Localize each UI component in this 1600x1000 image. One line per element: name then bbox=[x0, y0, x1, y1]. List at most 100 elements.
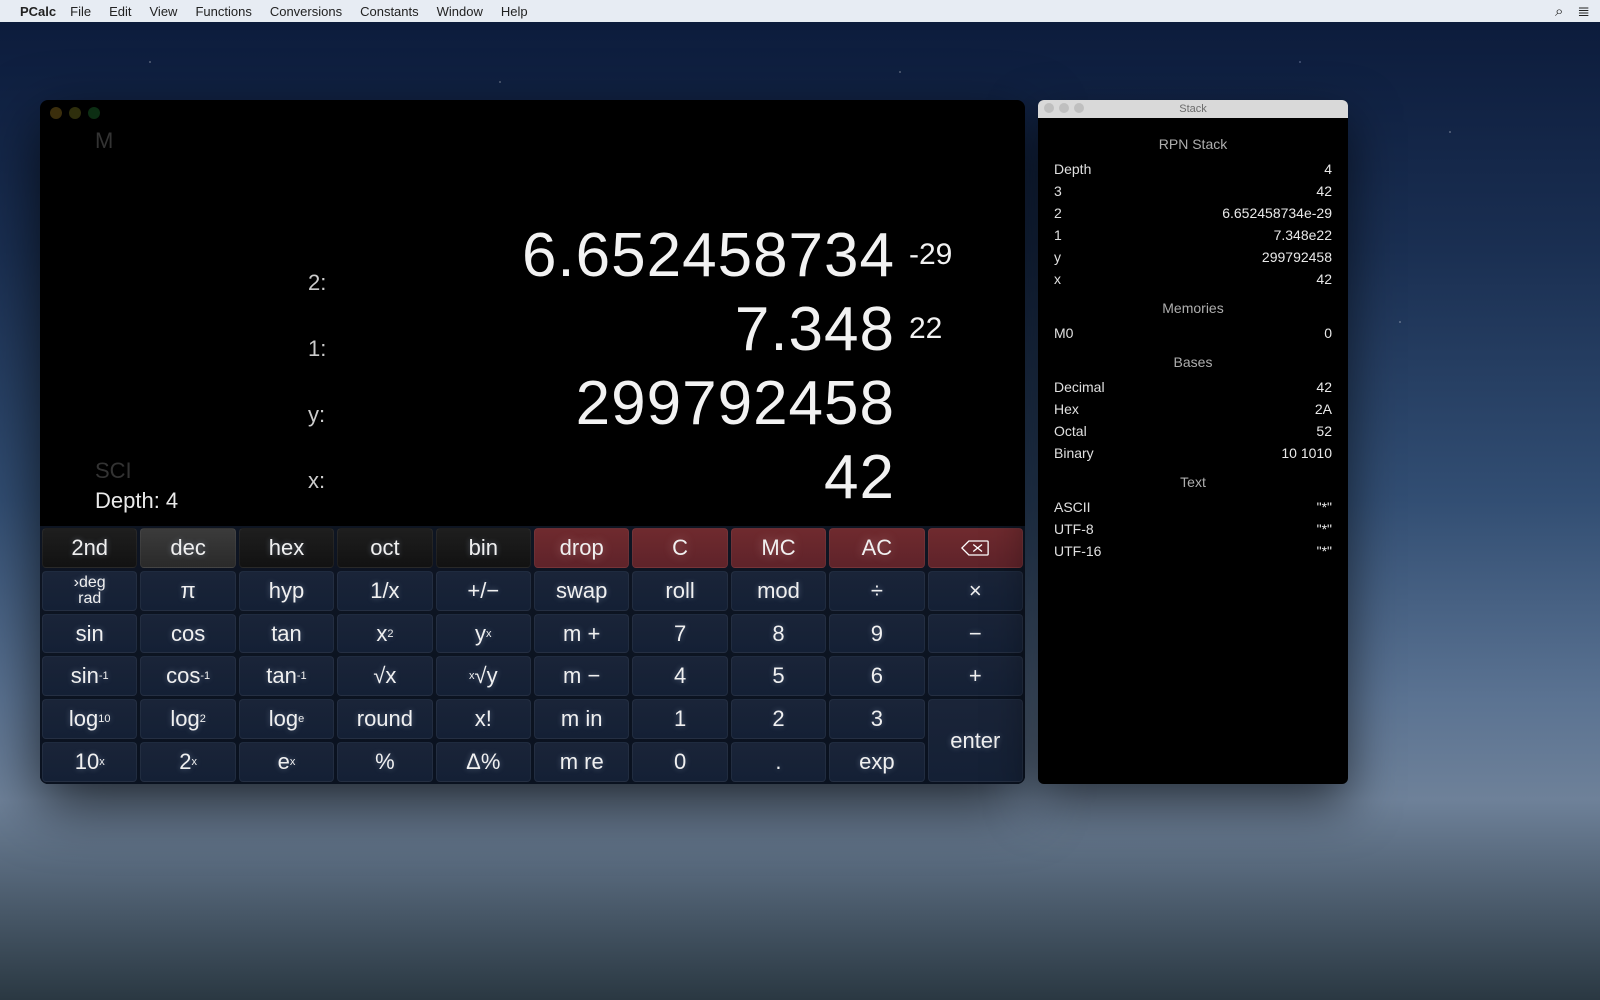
key-bin[interactable]: bin bbox=[436, 528, 531, 568]
stack-row: 26.652458734e-29 bbox=[1054, 202, 1332, 224]
spotlight-icon[interactable]: ⌕ bbox=[1555, 3, 1563, 20]
key-drop[interactable]: drop bbox=[534, 528, 629, 568]
key-dot[interactable]: . bbox=[731, 742, 826, 782]
key-multiply[interactable]: × bbox=[928, 571, 1023, 611]
key-6[interactable]: 6 bbox=[829, 656, 924, 696]
key-round[interactable]: round bbox=[337, 699, 432, 739]
key-enter[interactable]: enter bbox=[928, 699, 1023, 782]
calculator-display: Depth: 4 2: 1: y: x: 6.652458734-29 7.34… bbox=[40, 100, 1025, 526]
key-deltapct[interactable]: Δ% bbox=[436, 742, 531, 782]
stack-window-controls[interactable] bbox=[1044, 103, 1084, 113]
stack-window-title: Stack bbox=[1179, 103, 1207, 115]
key-hyp[interactable]: hyp bbox=[239, 571, 334, 611]
menu-file[interactable]: File bbox=[70, 4, 91, 19]
key-hex[interactable]: hex bbox=[239, 528, 334, 568]
stack-window: Stack RPN Stack Depth4 342 26.652458734e… bbox=[1038, 100, 1348, 784]
base-row: Binary10 1010 bbox=[1054, 442, 1332, 464]
menubar-app[interactable]: PCalc bbox=[20, 4, 56, 19]
key-2x[interactable]: 2x bbox=[140, 742, 235, 782]
keypad: 2nd dec hex oct bin drop C MC AC ›degrad… bbox=[40, 526, 1025, 784]
key-dec[interactable]: dec bbox=[140, 528, 235, 568]
stack-label-y: y: bbox=[308, 402, 326, 468]
key-cos[interactable]: cos bbox=[140, 614, 235, 654]
key-degrad[interactable]: ›degrad bbox=[42, 571, 137, 611]
key-ac[interactable]: AC bbox=[829, 528, 924, 568]
key-exp[interactable]: exp bbox=[829, 742, 924, 782]
key-min[interactable]: m in bbox=[534, 699, 629, 739]
key-mc[interactable]: MC bbox=[731, 528, 826, 568]
key-percent[interactable]: % bbox=[337, 742, 432, 782]
key-10x[interactable]: 10x bbox=[42, 742, 137, 782]
stack-row: Depth4 bbox=[1054, 158, 1332, 180]
key-1[interactable]: 1 bbox=[632, 699, 727, 739]
mem-row: M00 bbox=[1054, 322, 1332, 344]
key-pi[interactable]: π bbox=[140, 571, 235, 611]
key-roll[interactable]: roll bbox=[632, 571, 727, 611]
key-inverse[interactable]: 1/x bbox=[337, 571, 432, 611]
menu-edit[interactable]: Edit bbox=[109, 4, 131, 19]
stack-row-x: 42 bbox=[522, 440, 957, 514]
key-sin[interactable]: sin bbox=[42, 614, 137, 654]
text-row: UTF-8"*" bbox=[1054, 518, 1332, 540]
key-oct[interactable]: oct bbox=[337, 528, 432, 568]
key-atan[interactable]: tan-1 bbox=[239, 656, 334, 696]
key-5[interactable]: 5 bbox=[731, 656, 826, 696]
key-ypowx[interactable]: yx bbox=[436, 614, 531, 654]
key-swap[interactable]: swap bbox=[534, 571, 629, 611]
stack-row-2: 6.652458734-29 bbox=[522, 218, 957, 292]
key-sqrt[interactable]: √x bbox=[337, 656, 432, 696]
key-7[interactable]: 7 bbox=[632, 614, 727, 654]
key-divide[interactable]: ÷ bbox=[829, 571, 924, 611]
base-row: Octal52 bbox=[1054, 420, 1332, 442]
menu-help[interactable]: Help bbox=[501, 4, 528, 19]
menu-constants[interactable]: Constants bbox=[360, 4, 419, 19]
backspace-icon bbox=[961, 538, 989, 558]
key-tan[interactable]: tan bbox=[239, 614, 334, 654]
key-2nd[interactable]: 2nd bbox=[42, 528, 137, 568]
key-0[interactable]: 0 bbox=[632, 742, 727, 782]
key-asin[interactable]: sin-1 bbox=[42, 656, 137, 696]
key-factorial[interactable]: x! bbox=[436, 699, 531, 739]
stack-row: y299792458 bbox=[1054, 246, 1332, 268]
key-mod[interactable]: mod bbox=[731, 571, 826, 611]
menu-view[interactable]: View bbox=[150, 4, 178, 19]
key-plusminus[interactable]: +/− bbox=[436, 571, 531, 611]
key-3[interactable]: 3 bbox=[829, 699, 924, 739]
key-mminus[interactable]: m − bbox=[534, 656, 629, 696]
base-row: Hex2A bbox=[1054, 398, 1332, 420]
key-clear[interactable]: C bbox=[632, 528, 727, 568]
stack-row: 17.348e22 bbox=[1054, 224, 1332, 246]
menu-list-icon[interactable]: ≣ bbox=[1577, 2, 1590, 20]
key-plus[interactable]: + bbox=[928, 656, 1023, 696]
key-4[interactable]: 4 bbox=[632, 656, 727, 696]
key-xrooty[interactable]: x√y bbox=[436, 656, 531, 696]
stack-row-1: 7.34822 bbox=[522, 292, 957, 366]
key-minus[interactable]: − bbox=[928, 614, 1023, 654]
stack-window-titlebar[interactable]: Stack bbox=[1038, 100, 1348, 118]
rpn-head: RPN Stack bbox=[1054, 136, 1332, 152]
key-ex[interactable]: ex bbox=[239, 742, 334, 782]
menu-functions[interactable]: Functions bbox=[195, 4, 251, 19]
key-log2[interactable]: log2 bbox=[140, 699, 235, 739]
key-8[interactable]: 8 bbox=[731, 614, 826, 654]
key-9[interactable]: 9 bbox=[829, 614, 924, 654]
depth-label: Depth: 4 bbox=[95, 488, 178, 514]
menu-window[interactable]: Window bbox=[437, 4, 483, 19]
key-ln[interactable]: loge bbox=[239, 699, 334, 739]
stack-label-1: 1: bbox=[308, 336, 326, 402]
base-row: Decimal42 bbox=[1054, 376, 1332, 398]
stack-labels: 2: 1: y: x: bbox=[308, 270, 326, 534]
key-xsq[interactable]: x2 bbox=[337, 614, 432, 654]
key-mre[interactable]: m re bbox=[534, 742, 629, 782]
key-mplus[interactable]: m + bbox=[534, 614, 629, 654]
stack-row: 342 bbox=[1054, 180, 1332, 202]
stack-row: x42 bbox=[1054, 268, 1332, 290]
key-log10[interactable]: log10 bbox=[42, 699, 137, 739]
stack-label-2: 2: bbox=[308, 270, 326, 336]
mem-head: Memories bbox=[1054, 300, 1332, 316]
key-acos[interactable]: cos-1 bbox=[140, 656, 235, 696]
menu-conversions[interactable]: Conversions bbox=[270, 4, 342, 19]
key-2[interactable]: 2 bbox=[731, 699, 826, 739]
text-head: Text bbox=[1054, 474, 1332, 490]
key-backspace[interactable] bbox=[928, 528, 1023, 568]
